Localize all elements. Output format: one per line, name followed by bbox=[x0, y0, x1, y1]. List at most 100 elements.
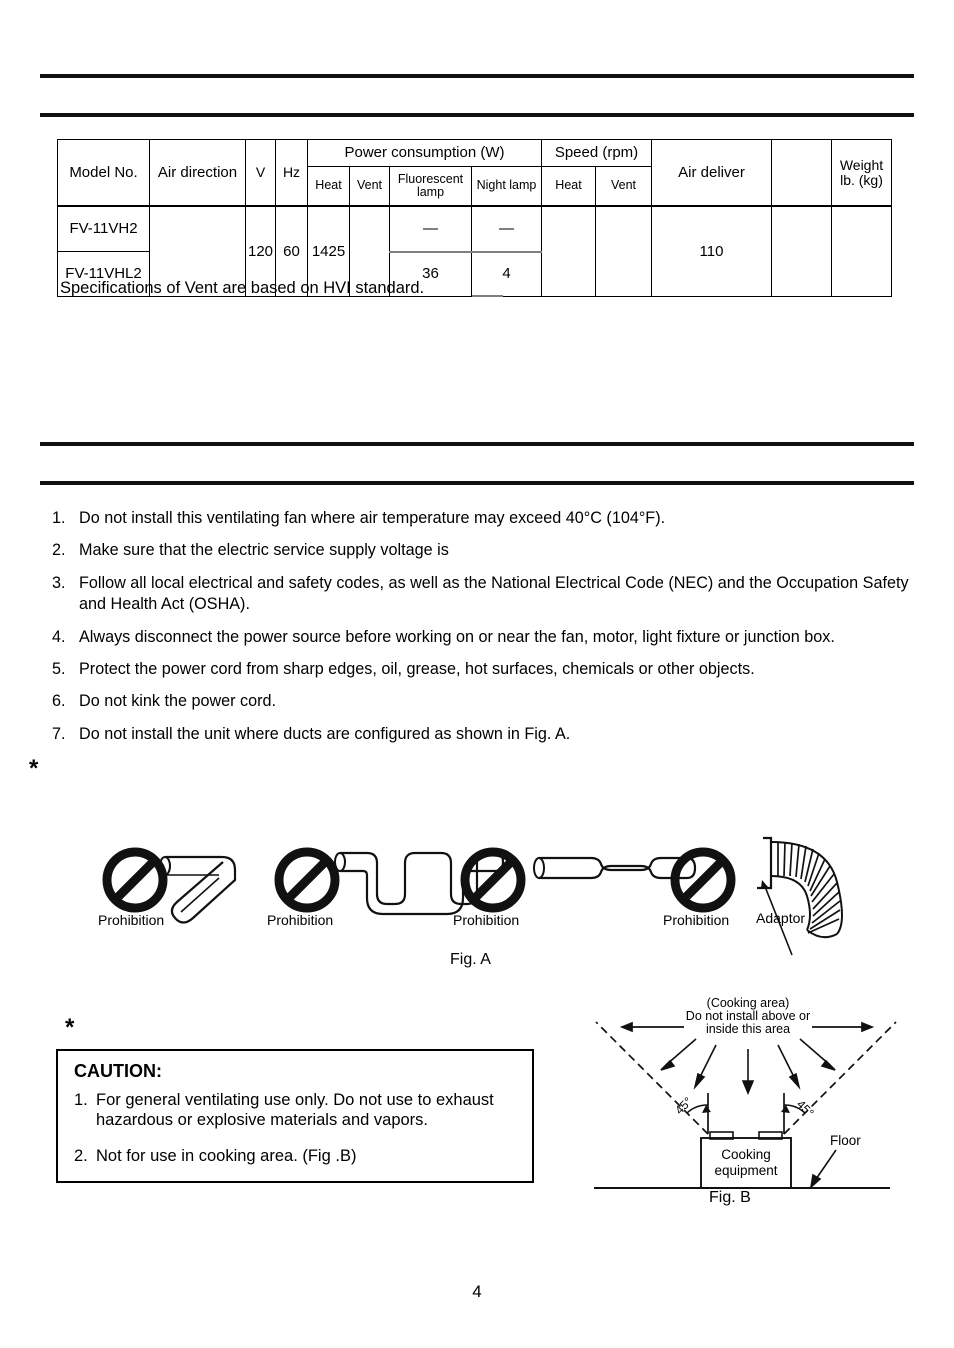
warning-item: 3. Follow all local electrical and safet… bbox=[52, 573, 912, 616]
warning-item: 6. Do not kink the power cord. bbox=[52, 691, 912, 712]
prohibition-label-4: Prohibition bbox=[663, 912, 730, 928]
section-divider-warnings-bottom bbox=[40, 481, 914, 485]
crushed-duct-icon bbox=[533, 856, 697, 880]
table-header-row-1: Model No. Air direction V Hz Power consu… bbox=[57, 139, 892, 207]
th-weight-line1: Weight bbox=[839, 156, 884, 173]
caution-item-text: Not for use in cooking area. (Fig .B) bbox=[96, 1147, 357, 1165]
cell-speed-vent bbox=[595, 205, 652, 297]
manual-page: Model No. Air direction V Hz Power consu… bbox=[0, 0, 954, 1348]
fig-b-angle-right: 45° bbox=[794, 1097, 817, 1120]
page-number: 4 bbox=[472, 1282, 482, 1301]
section-divider-top bbox=[40, 74, 914, 78]
th-power-consumption: Power consumption (W) bbox=[307, 139, 542, 167]
inward-arrows bbox=[660, 1038, 836, 1096]
figure-a-caption: Fig. A bbox=[450, 951, 491, 968]
cell-blank bbox=[771, 205, 832, 297]
spec-note: Specifications of Vent are based on HVI … bbox=[60, 279, 425, 297]
caution-item: 2. Not for use in cooking area. (Fig .B) bbox=[74, 1146, 514, 1166]
warnings-list: 1. Do not install this ventilating fan w… bbox=[52, 508, 912, 756]
warning-text: Follow all local electrical and safety c… bbox=[79, 573, 909, 614]
caution-item-number: 1. bbox=[74, 1091, 88, 1109]
warning-text: Do not kink the power cord. bbox=[79, 692, 277, 711]
cell-air-deliver: 110 bbox=[651, 205, 772, 297]
asterisk-marker-2: * bbox=[65, 1014, 75, 1041]
th-air-direction: Air direction bbox=[149, 139, 246, 207]
warning-text: Always disconnect the power source befor… bbox=[79, 627, 835, 646]
prohibition-label-1: Prohibition bbox=[98, 912, 165, 928]
warning-number: 6. bbox=[52, 692, 66, 711]
warning-number: 7. bbox=[52, 724, 66, 743]
cell-model-no-1: FV-11VH2 bbox=[57, 205, 150, 252]
prohibition-slash bbox=[681, 858, 725, 902]
th-hertz: Hz bbox=[275, 139, 308, 207]
warning-text: Do not install the unit where ducts are … bbox=[79, 724, 571, 743]
prohibition-label-3: Prohibition bbox=[453, 912, 520, 928]
prohibition-group-3 bbox=[460, 847, 697, 913]
th-fluorescent-lamp-line2: lamp bbox=[416, 185, 445, 199]
th-speed-heat: Heat bbox=[541, 166, 596, 207]
prohibition-group-4 bbox=[670, 836, 843, 956]
warning-number: 1. bbox=[52, 509, 66, 527]
cell-speed-heat bbox=[541, 205, 596, 297]
caution-item-text: For general ventilating use only. Do not… bbox=[96, 1091, 494, 1130]
warning-text: Do not install this ventilating fan wher… bbox=[79, 509, 666, 527]
figure-b-diagram: (Cooking area) Do not install above or i… bbox=[588, 993, 908, 1211]
cone-dashed-lines bbox=[595, 1021, 897, 1135]
fig-b-title-line3: inside this area bbox=[706, 1022, 790, 1036]
fig-b-title-line1: (Cooking area) bbox=[707, 996, 790, 1010]
warning-text: Make sure that the electric service supp… bbox=[79, 541, 449, 560]
fig-b-equipment-line1: Cooking bbox=[721, 1147, 771, 1162]
prohibition-slash bbox=[471, 858, 515, 902]
th-power-vent: Vent bbox=[349, 166, 390, 207]
th-night-lamp: Night lamp bbox=[471, 166, 542, 207]
warning-number: 4. bbox=[52, 627, 66, 646]
th-blank-column bbox=[771, 139, 832, 207]
fig-b-angle-left: 45° bbox=[672, 1094, 695, 1117]
adaptor-label: Adaptor bbox=[756, 910, 806, 926]
th-weight: Weight lb. (kg) bbox=[831, 139, 892, 207]
warning-text: Protect the power cord from sharp edges,… bbox=[79, 659, 755, 678]
warning-item: 4. Always disconnect the power source be… bbox=[52, 627, 912, 648]
caution-item-number: 2. bbox=[74, 1147, 88, 1165]
fig-b-equipment-line2: equipment bbox=[714, 1163, 777, 1178]
prohibition-slash bbox=[113, 858, 157, 902]
specifications-table: Model No. Air direction V Hz Power consu… bbox=[57, 139, 892, 298]
prohibition-label-2: Prohibition bbox=[267, 912, 334, 928]
flexible-duct-adaptor-icon bbox=[757, 836, 843, 956]
cell-fluorescent-lamp-1: — bbox=[389, 205, 472, 252]
th-weight-line2: lb. (kg) bbox=[840, 171, 883, 188]
warning-item: 1. Do not install this ventilating fan w… bbox=[52, 508, 912, 529]
warning-item: 2. Make sure that the electric service s… bbox=[52, 540, 912, 561]
th-volts: V bbox=[245, 139, 276, 207]
asterisk-marker-1: * bbox=[29, 755, 39, 782]
figure-b-caption: Fig. B bbox=[709, 1189, 751, 1206]
fig-b-floor-label: Floor bbox=[830, 1133, 861, 1148]
th-air-deliver: Air deliver bbox=[651, 139, 772, 207]
prohibition-slash bbox=[285, 858, 329, 902]
warning-number: 2. bbox=[52, 541, 66, 560]
th-speed: Speed (rpm) bbox=[541, 139, 652, 167]
th-power-heat: Heat bbox=[307, 166, 350, 207]
cell-night-lamp-2: 4 bbox=[471, 250, 542, 298]
figure-b-svg: (Cooking area) Do not install above or i… bbox=[594, 996, 897, 1190]
floor-pointer bbox=[809, 1149, 837, 1190]
angle-arrowheads bbox=[702, 1105, 790, 1113]
warning-item: 7. Do not install the unit where ducts a… bbox=[52, 724, 912, 745]
th-model-no: Model No. bbox=[57, 139, 150, 207]
caution-item: 1. For general ventilating use only. Do … bbox=[74, 1090, 514, 1131]
cell-night-lamp-1: — bbox=[471, 205, 542, 252]
caution-box: CAUTION: 1. For general ventilating use … bbox=[56, 1049, 534, 1183]
sharp-bend-duct-icon bbox=[159, 855, 237, 924]
vertical-reference-lines bbox=[707, 1093, 785, 1134]
th-speed-vent: Vent bbox=[595, 166, 652, 207]
th-fluorescent-lamp: Fluorescent lamp bbox=[389, 166, 472, 207]
cell-weight bbox=[831, 205, 892, 297]
caution-title: CAUTION: bbox=[74, 1061, 162, 1081]
warning-number: 3. bbox=[52, 573, 66, 592]
table-row: FV-11VH2 120 60 1425 — — 110 bbox=[57, 205, 892, 297]
specifications-table-container: Model No. Air direction V Hz Power consu… bbox=[57, 139, 892, 298]
warning-item: 5. Protect the power cord from sharp edg… bbox=[52, 659, 912, 680]
section-divider-warnings-top bbox=[40, 442, 914, 446]
warning-number: 5. bbox=[52, 659, 66, 678]
fig-b-title-line2: Do not install above or bbox=[686, 1009, 810, 1023]
